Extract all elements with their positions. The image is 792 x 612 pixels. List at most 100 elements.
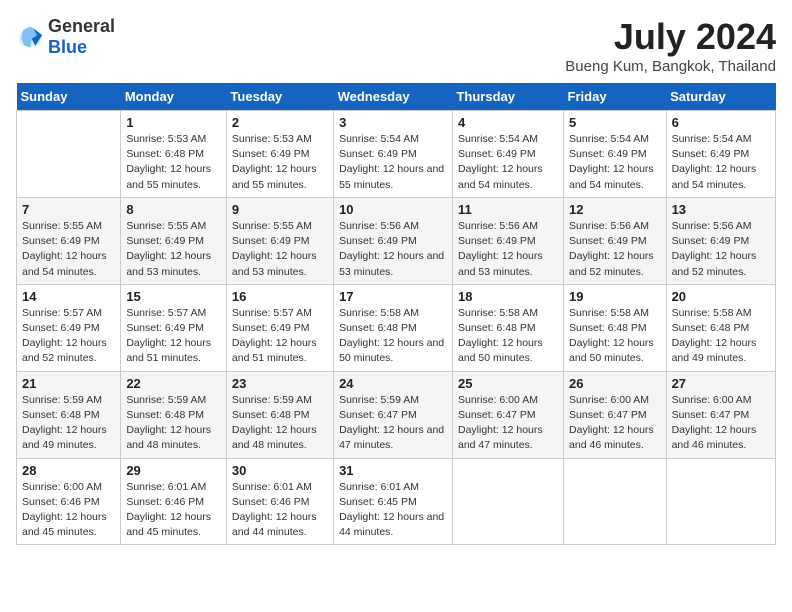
day-number: 4 xyxy=(458,115,558,130)
calendar-cell: 1Sunrise: 5:53 AM Sunset: 6:48 PM Daylig… xyxy=(121,111,227,198)
day-number: 7 xyxy=(22,202,115,217)
header-sunday: Sunday xyxy=(17,83,121,111)
calendar-cell xyxy=(452,458,563,545)
header-saturday: Saturday xyxy=(666,83,775,111)
day-number: 24 xyxy=(339,376,447,391)
calendar-cell xyxy=(666,458,775,545)
day-number: 17 xyxy=(339,289,447,304)
cell-info: Sunrise: 5:54 AM Sunset: 6:49 PM Dayligh… xyxy=(339,132,447,193)
logo-icon xyxy=(16,23,44,51)
day-number: 5 xyxy=(569,115,661,130)
calendar-cell: 20 Sunrise: 5:58 AM Sunset: 6:48 PM Dayli… xyxy=(666,284,775,371)
day-number: 2 xyxy=(232,115,328,130)
day-number: 16 xyxy=(232,289,328,304)
day-number: 15 xyxy=(126,289,221,304)
day-number: 3 xyxy=(339,115,447,130)
day-number: 28 xyxy=(22,463,115,478)
calendar-cell: 11 Sunrise: 5:56 AM Sunset: 6:49 PM Dayli… xyxy=(452,197,563,284)
cell-info: Sunrise: 6:01 AM Sunset: 6:45 PM Dayligh… xyxy=(339,480,447,541)
logo-blue: Blue xyxy=(48,37,87,57)
main-title: July 2024 xyxy=(565,16,776,58)
calendar-cell: 21 Sunrise: 5:59 AM Sunset: 6:48 PM Dayli… xyxy=(17,371,121,458)
header-tuesday: Tuesday xyxy=(226,83,333,111)
day-number: 11 xyxy=(458,202,558,217)
day-number: 19 xyxy=(569,289,661,304)
cell-info: Sunrise: 6:00 AM Sunset: 6:47 PM Dayligh… xyxy=(458,393,558,454)
calendar-cell: 25 Sunrise: 6:00 AM Sunset: 6:47 PM Dayli… xyxy=(452,371,563,458)
calendar-cell: 24 Sunrise: 5:59 AM Sunset: 6:47 PM Dayli… xyxy=(334,371,453,458)
calendar-cell: 15 Sunrise: 5:57 AM Sunset: 6:49 PM Dayli… xyxy=(121,284,227,371)
calendar-cell: 3 Sunrise: 5:54 AM Sunset: 6:49 PM Daylig… xyxy=(334,111,453,198)
cell-info: Sunrise: 5:57 AM Sunset: 6:49 PM Dayligh… xyxy=(22,306,115,367)
cell-info: Sunrise: 6:00 AM Sunset: 6:46 PM Dayligh… xyxy=(22,480,115,541)
header-friday: Friday xyxy=(564,83,667,111)
header: General Blue July 2024 Bueng Kum, Bangko… xyxy=(16,16,776,75)
cell-info: Sunrise: 6:00 AM Sunset: 6:47 PM Dayligh… xyxy=(569,393,661,454)
cell-info: Sunrise: 5:54 AM Sunset: 6:49 PM Dayligh… xyxy=(672,132,770,193)
day-number: 1 xyxy=(126,115,221,130)
calendar-cell: 31Sunrise: 6:01 AM Sunset: 6:45 PM Dayli… xyxy=(334,458,453,545)
cell-info: Sunrise: 5:59 AM Sunset: 6:48 PM Dayligh… xyxy=(22,393,115,454)
calendar-cell: 14 Sunrise: 5:57 AM Sunset: 6:49 PM Dayli… xyxy=(17,284,121,371)
calendar-cell: 29Sunrise: 6:01 AM Sunset: 6:46 PM Dayli… xyxy=(121,458,227,545)
cell-info: Sunrise: 5:55 AM Sunset: 6:49 PM Dayligh… xyxy=(22,219,115,280)
calendar-cell: 27 Sunrise: 6:00 AM Sunset: 6:47 PM Dayli… xyxy=(666,371,775,458)
calendar-week-2: 7 Sunrise: 5:55 AM Sunset: 6:49 PM Daylig… xyxy=(17,197,776,284)
day-number: 23 xyxy=(232,376,328,391)
calendar-cell: 23 Sunrise: 5:59 AM Sunset: 6:48 PM Dayli… xyxy=(226,371,333,458)
calendar-cell: 2 Sunrise: 5:53 AM Sunset: 6:49 PM Daylig… xyxy=(226,111,333,198)
cell-info: Sunrise: 6:00 AM Sunset: 6:47 PM Dayligh… xyxy=(672,393,770,454)
cell-info: Sunrise: 5:59 AM Sunset: 6:47 PM Dayligh… xyxy=(339,393,447,454)
day-number: 29 xyxy=(126,463,221,478)
calendar-week-4: 21 Sunrise: 5:59 AM Sunset: 6:48 PM Dayli… xyxy=(17,371,776,458)
calendar-week-1: 1Sunrise: 5:53 AM Sunset: 6:48 PM Daylig… xyxy=(17,111,776,198)
day-number: 30 xyxy=(232,463,328,478)
day-number: 12 xyxy=(569,202,661,217)
logo-text: General Blue xyxy=(48,16,115,58)
calendar-cell xyxy=(564,458,667,545)
calendar-week-5: 28 Sunrise: 6:00 AM Sunset: 6:46 PM Dayli… xyxy=(17,458,776,545)
day-number: 13 xyxy=(672,202,770,217)
cell-info: Sunrise: 5:58 AM Sunset: 6:48 PM Dayligh… xyxy=(339,306,447,367)
calendar-cell: 22 Sunrise: 5:59 AM Sunset: 6:48 PM Dayli… xyxy=(121,371,227,458)
calendar-cell: 7 Sunrise: 5:55 AM Sunset: 6:49 PM Daylig… xyxy=(17,197,121,284)
cell-info: Sunrise: 5:57 AM Sunset: 6:49 PM Dayligh… xyxy=(126,306,221,367)
cell-info: Sunrise: 5:56 AM Sunset: 6:49 PM Dayligh… xyxy=(569,219,661,280)
calendar-cell: 19 Sunrise: 5:58 AM Sunset: 6:48 PM Dayli… xyxy=(564,284,667,371)
subtitle: Bueng Kum, Bangkok, Thailand xyxy=(565,58,776,75)
day-number: 21 xyxy=(22,376,115,391)
day-number: 27 xyxy=(672,376,770,391)
day-number: 18 xyxy=(458,289,558,304)
cell-info: Sunrise: 5:56 AM Sunset: 6:49 PM Dayligh… xyxy=(672,219,770,280)
calendar-cell: 9Sunrise: 5:55 AM Sunset: 6:49 PM Daylig… xyxy=(226,197,333,284)
cell-info: Sunrise: 5:59 AM Sunset: 6:48 PM Dayligh… xyxy=(232,393,328,454)
cell-info: Sunrise: 5:53 AM Sunset: 6:49 PM Dayligh… xyxy=(232,132,328,193)
cell-info: Sunrise: 5:56 AM Sunset: 6:49 PM Dayligh… xyxy=(458,219,558,280)
cell-info: Sunrise: 5:54 AM Sunset: 6:49 PM Dayligh… xyxy=(569,132,661,193)
logo: General Blue xyxy=(16,16,115,58)
calendar-header-row: SundayMondayTuesdayWednesdayThursdayFrid… xyxy=(17,83,776,111)
calendar-cell: 17 Sunrise: 5:58 AM Sunset: 6:48 PM Dayli… xyxy=(334,284,453,371)
calendar-cell: 12 Sunrise: 5:56 AM Sunset: 6:49 PM Dayli… xyxy=(564,197,667,284)
calendar-cell: 26Sunrise: 6:00 AM Sunset: 6:47 PM Dayli… xyxy=(564,371,667,458)
header-thursday: Thursday xyxy=(452,83,563,111)
day-number: 10 xyxy=(339,202,447,217)
calendar-cell: 18 Sunrise: 5:58 AM Sunset: 6:48 PM Dayli… xyxy=(452,284,563,371)
title-area: July 2024 Bueng Kum, Bangkok, Thailand xyxy=(565,16,776,75)
calendar-cell: 4Sunrise: 5:54 AM Sunset: 6:49 PM Daylig… xyxy=(452,111,563,198)
day-number: 14 xyxy=(22,289,115,304)
cell-info: Sunrise: 5:59 AM Sunset: 6:48 PM Dayligh… xyxy=(126,393,221,454)
cell-info: Sunrise: 5:58 AM Sunset: 6:48 PM Dayligh… xyxy=(569,306,661,367)
logo-general: General xyxy=(48,16,115,36)
day-number: 22 xyxy=(126,376,221,391)
calendar-cell: 8Sunrise: 5:55 AM Sunset: 6:49 PM Daylig… xyxy=(121,197,227,284)
calendar-table: SundayMondayTuesdayWednesdayThursdayFrid… xyxy=(16,83,776,545)
day-number: 25 xyxy=(458,376,558,391)
day-number: 20 xyxy=(672,289,770,304)
calendar-cell: 6Sunrise: 5:54 AM Sunset: 6:49 PM Daylig… xyxy=(666,111,775,198)
calendar-cell: 16 Sunrise: 5:57 AM Sunset: 6:49 PM Dayli… xyxy=(226,284,333,371)
cell-info: Sunrise: 5:57 AM Sunset: 6:49 PM Dayligh… xyxy=(232,306,328,367)
cell-info: Sunrise: 5:58 AM Sunset: 6:48 PM Dayligh… xyxy=(458,306,558,367)
cell-info: Sunrise: 5:58 AM Sunset: 6:48 PM Dayligh… xyxy=(672,306,770,367)
calendar-week-3: 14 Sunrise: 5:57 AM Sunset: 6:49 PM Dayli… xyxy=(17,284,776,371)
